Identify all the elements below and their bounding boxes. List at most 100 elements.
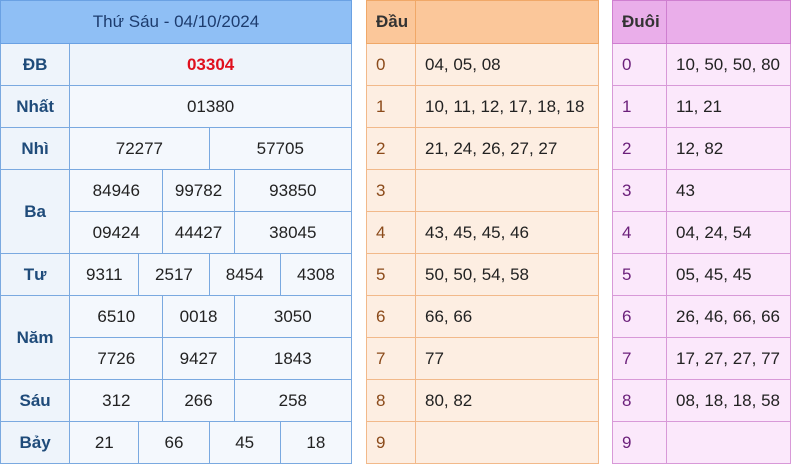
duoi-digit: 6 [612,295,667,338]
dau-row: 9 [366,421,599,464]
prize-value-tu: 8454 [208,253,281,296]
dau-values: 77 [415,337,599,380]
dau-row: 4 43, 45, 45, 46 [366,211,599,254]
prize-value-nhat: 01380 [69,85,352,128]
prize-value-nhi: 57705 [208,127,353,170]
prize-value-tu: 2517 [138,253,210,296]
duoi-row: 6 26, 46, 66, 66 [612,295,791,338]
duoi-values: 04, 24, 54 [666,211,791,254]
prize-value-tu: 4308 [279,253,353,296]
prize-value-sau: 266 [162,379,235,422]
prize-value-nhi: 72277 [69,127,210,170]
duoi-values: 43 [666,169,791,212]
duoi-row: 5 05, 45, 45 [612,253,791,296]
duoi-digit: 8 [612,379,667,422]
duoi-digit: 0 [612,43,667,86]
duoi-row: 0 10, 50, 50, 80 [612,43,791,86]
duoi-row: 1 11, 21 [612,85,791,128]
dau-values: 10, 11, 12, 17, 18, 18 [415,85,599,128]
duoi-digit: 3 [612,169,667,212]
duoi-digit: 7 [612,337,667,380]
dau-digit: 6 [366,295,416,338]
prize-value-ba: 44427 [162,211,235,254]
dau-digit: 8 [366,379,416,422]
dau-values: 66, 66 [415,295,599,338]
prize-row-sau: Sáu 312 266 258 [0,379,353,422]
dau-row: 0 04, 05, 08 [366,43,599,86]
dau-digit: 5 [366,253,416,296]
duoi-values: 17, 27, 27, 77 [666,337,791,380]
prize-value-ba: 99782 [162,169,235,212]
prize-value-bay: 45 [208,421,281,464]
prize-value-nam: 3050 [233,295,353,338]
duoi-row: 8 08, 18, 18, 58 [612,379,791,422]
prize-row-nhat: Nhất 01380 [0,85,352,128]
duoi-row: 2 12, 82 [612,127,791,170]
prize-value-sau: 258 [233,379,353,422]
dau-digit: 1 [366,85,416,128]
prize-value-nam: 1843 [233,337,353,380]
duoi-values: 05, 45, 45 [666,253,791,296]
prize-row-ba: Ba 84946 99782 93850 [0,169,353,254]
prize-label-db: ĐB [0,43,71,86]
dau-values: 50, 50, 54, 58 [415,253,599,296]
prize-value-db: 03304 [69,43,352,86]
duoi-digit: 4 [612,211,667,254]
prize-label-nhi: Nhì [0,127,71,170]
duoi-header: Đuôi [612,0,667,44]
duoi-values: 11, 21 [666,85,791,128]
prize-row-nhi: Nhì 72277 57705 [0,127,353,170]
dau-row: 1 10, 11, 12, 17, 18, 18 [366,85,599,128]
dau-row: 8 80, 82 [366,379,599,422]
dau-row: 7 77 [366,337,599,380]
prize-value-nam: 9427 [162,337,235,380]
prize-value-nam: 6510 [69,295,164,338]
dau-digit: 2 [366,127,416,170]
duoi-values: 26, 46, 66, 66 [666,295,791,338]
duoi-digit: 1 [612,85,667,128]
prize-value-ba: 38045 [233,211,353,254]
prize-row-nam: Năm 6510 0018 3050 [0,295,353,380]
dau-values: 21, 24, 26, 27, 27 [415,127,599,170]
dau-row: 6 66, 66 [366,295,599,338]
prize-label-nam: Năm [0,295,71,380]
duoi-digit: 9 [612,421,667,464]
prize-label-sau: Sáu [0,379,71,422]
dau-digit: 9 [366,421,416,464]
prize-row-tu: Tư 9311 2517 8454 4308 [0,253,353,296]
duoi-values: 10, 50, 50, 80 [666,43,791,86]
duoi-row: 9 [612,421,791,464]
dau-values: 04, 05, 08 [415,43,599,86]
prize-value-ba: 93850 [233,169,353,212]
dau-values [415,169,599,212]
dau-row: 3 [366,169,599,212]
prize-label-bay: Bảy [0,421,71,464]
results-date-header: Thứ Sáu - 04/10/2024 [0,0,352,44]
duoi-digit: 2 [612,127,667,170]
prize-value-bay: 66 [138,421,210,464]
duoi-row: 7 17, 27, 27, 77 [612,337,791,380]
prize-value-nam: 7726 [69,337,164,380]
dau-digit: 3 [366,169,416,212]
prize-row-bay: Bảy 21 66 45 18 [0,421,353,464]
prize-value-bay: 21 [69,421,140,464]
dau-digit: 0 [366,43,416,86]
duoi-row: 3 43 [612,169,791,212]
prize-value-nam: 0018 [162,295,235,338]
prize-value-bay: 18 [279,421,353,464]
dau-digit: 7 [366,337,416,380]
duoi-values: 08, 18, 18, 58 [666,379,791,422]
duoi-values [666,421,791,464]
dau-header: Đầu [366,0,416,44]
dau-table: Đầu 0 04, 05, 08 1 10, 11, 12, 17, 18, 18 … [366,0,599,464]
dau-values: 80, 82 [415,379,599,422]
prize-value-ba: 84946 [69,169,164,212]
dau-values: 43, 45, 45, 46 [415,211,599,254]
prize-row-db: ĐB 03304 [0,43,352,86]
duoi-values: 12, 82 [666,127,791,170]
duoi-row: 4 04, 24, 54 [612,211,791,254]
prize-value-sau: 312 [69,379,164,422]
prize-value-tu: 9311 [69,253,140,296]
prize-label-nhat: Nhất [0,85,71,128]
prize-label-tu: Tư [0,253,71,296]
